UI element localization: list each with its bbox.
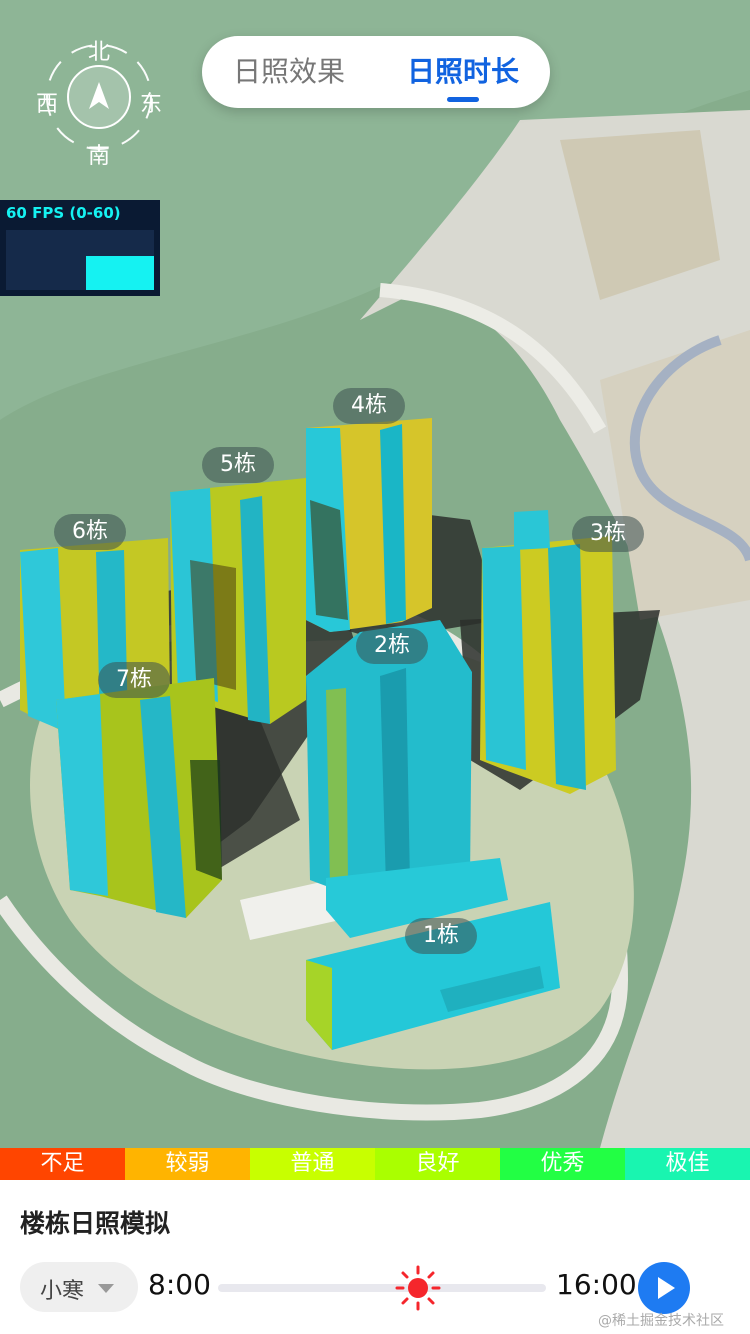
compass-east-label: 东 [140, 92, 163, 117]
compass[interactable]: 北 东 南 西 [36, 34, 163, 169]
chevron-down-icon [98, 1284, 114, 1293]
legend-item-insufficient: 不足 [0, 1148, 125, 1180]
start-time: 8:00 [148, 1268, 211, 1301]
fps-bar [86, 256, 154, 290]
building-label-6[interactable]: 6栋 [54, 514, 126, 550]
solar-term-select[interactable]: 小寒 [20, 1262, 138, 1312]
play-button[interactable] [638, 1262, 690, 1314]
compass-north-label: 北 [88, 40, 111, 65]
legend-item-normal: 普通 [250, 1148, 375, 1180]
building-label-5[interactable]: 5栋 [202, 447, 274, 483]
map-canvas [0, 0, 750, 1148]
solar-term-value: 小寒 [40, 1279, 85, 1304]
fps-text: 60 FPS (0-60) [6, 204, 121, 222]
legend-item-best: 极佳 [625, 1148, 750, 1180]
legend-item-weak: 较弱 [125, 1148, 250, 1180]
sun-icon[interactable] [394, 1264, 442, 1312]
building-label-1[interactable]: 1栋 [405, 918, 477, 954]
tab-sunlight-duration[interactable]: 日照时长 [376, 50, 550, 102]
building-label-4[interactable]: 4栋 [333, 388, 405, 424]
map-3d-view[interactable]: 北 东 南 西 日照效果 日照时长 60 FPS (0-60) 1栋 2栋 3栋… [0, 0, 750, 1148]
building-label-3[interactable]: 3栋 [572, 516, 644, 552]
building-label-7[interactable]: 7栋 [98, 662, 170, 698]
legend-item-good: 良好 [375, 1148, 500, 1180]
end-time: 16:00 [556, 1268, 637, 1301]
panel-title: 楼栋日照模拟 [20, 1209, 171, 1238]
fps-monitor: 60 FPS (0-60) [0, 200, 160, 296]
mode-tabs: 日照效果 日照时长 [202, 36, 550, 108]
compass-south-label: 南 [88, 144, 111, 169]
building-label-2[interactable]: 2栋 [356, 628, 428, 664]
tab-sunlight-effect[interactable]: 日照效果 [202, 50, 376, 90]
sunlight-legend: 不足 较弱 普通 良好 优秀 极佳 [0, 1148, 750, 1180]
compass-west-label: 西 [36, 92, 59, 117]
time-slider-track[interactable] [218, 1284, 546, 1292]
watermark: @稀土掘金技术社区 [598, 1313, 724, 1329]
simulation-panel: 楼栋日照模拟 小寒 8:00 16:00 @稀土掘金技术社区 [0, 1180, 750, 1334]
legend-item-excellent: 优秀 [500, 1148, 625, 1180]
